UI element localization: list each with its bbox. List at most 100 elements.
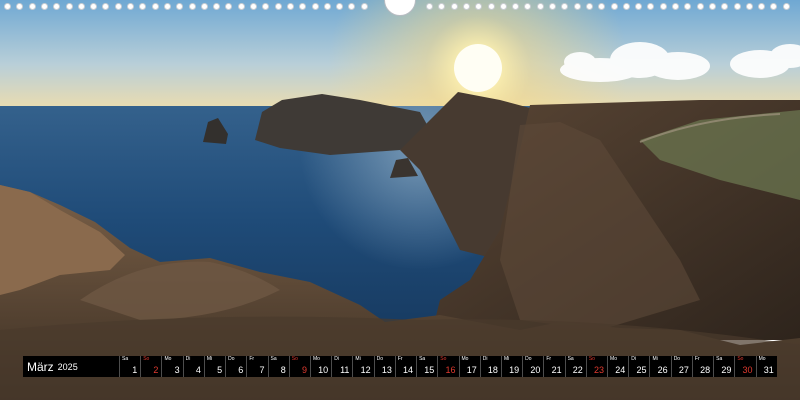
binding-hole-icon (536, 3, 544, 10)
binding-hole-icon (336, 3, 344, 10)
day-cell: Mi 26 (649, 356, 670, 377)
day-number: 17 (466, 365, 477, 375)
day-cell: Sa 22 (564, 356, 586, 377)
binding-hole-icon (684, 3, 692, 10)
day-weekday: Di (334, 356, 339, 362)
day-number: 16 (445, 365, 456, 375)
binding-hole-icon (114, 3, 122, 10)
binding-hole-icon (549, 3, 556, 10)
binding-hole-icon (426, 3, 433, 10)
binding-hole-icon (499, 3, 507, 10)
binding-hole-icon (512, 3, 520, 10)
day-number: 10 (318, 365, 329, 375)
month-name: März (27, 359, 54, 374)
binding-hole-icon (348, 3, 356, 10)
day-weekday: So (737, 356, 744, 362)
day-number: 18 (487, 365, 498, 375)
day-cell: Mi 19 (500, 356, 522, 377)
day-weekday: Fr (694, 356, 700, 362)
day-number: 1 (132, 365, 138, 375)
calendar-bar: März 2025 Sa 1 So 2 Mo 3 Di 4 Mi 5 Do 6 Fr 7 Sa 8 So 9 Mo 1… (23, 356, 777, 377)
binding-hole-icon (708, 3, 716, 10)
binding-hole-icon (250, 3, 257, 10)
binding-hole-icon (622, 3, 630, 10)
day-number: 20 (530, 365, 541, 375)
calendar-page: März 2025 Sa 1 So 2 Mo 3 Di 4 Mi 5 Do 6 Fr 7 Sa 8 So 9 Mo 1… (0, 0, 800, 400)
day-weekday: Sa (716, 356, 723, 362)
day-weekday: Do (228, 356, 235, 362)
day-number: 19 (509, 365, 520, 375)
binding-hole-icon (487, 3, 495, 10)
binding-hole-icon (647, 3, 655, 10)
day-number: 2 (153, 365, 159, 375)
day-cell: Mo 17 (458, 356, 480, 377)
day-number: 15 (424, 365, 435, 375)
day-weekday: So (143, 356, 150, 362)
day-cell: Fr 28 (691, 356, 713, 377)
day-cell: Di 18 (479, 356, 501, 377)
day-cell: Do 27 (670, 356, 692, 377)
day-cell: Di 11 (331, 356, 352, 377)
binding-hole-icon (40, 3, 48, 10)
day-weekday: Sa (270, 356, 277, 362)
binding-hole-icon (28, 3, 36, 10)
day-cell: Sa 29 (713, 356, 734, 377)
binding-hole-icon (200, 3, 208, 10)
binding-hole-icon (758, 3, 766, 10)
day-weekday: Fr (249, 356, 255, 362)
day-cell: Do 13 (373, 356, 395, 377)
binding-hole-icon (462, 3, 470, 10)
binding-hole-icon (585, 3, 593, 10)
day-weekday: Do (673, 356, 681, 362)
hanger-hole-icon (384, 0, 416, 16)
day-cell: Mi 12 (352, 356, 373, 377)
day-number: 24 (615, 365, 626, 375)
day-weekday: Do (525, 356, 532, 362)
day-cell: Di 4 (182, 356, 204, 377)
day-weekday: Mo (610, 356, 617, 362)
day-weekday: Do (376, 356, 384, 362)
spiral-binding (0, 0, 800, 16)
day-number: 13 (381, 365, 392, 375)
binding-hole-icon (176, 3, 184, 10)
day-cell: Mo 3 (161, 356, 182, 377)
binding-hole-icon (659, 3, 667, 10)
day-number: 23 (594, 365, 605, 375)
binding-hole-icon (733, 3, 741, 10)
day-cell: Mo 10 (309, 356, 331, 377)
day-cell: Fr 14 (394, 356, 416, 377)
day-cell: Fr 21 (543, 356, 564, 377)
day-weekday: Sa (567, 356, 574, 362)
day-number: 7 (259, 365, 265, 375)
binding-hole-icon (360, 3, 368, 10)
binding-hole-icon (225, 3, 233, 10)
binding-hole-icon (598, 3, 606, 10)
binding-hole-icon (450, 3, 458, 10)
binding-hole-icon (610, 3, 618, 10)
binding-hole-icon (745, 3, 753, 10)
binding-hole-icon (721, 3, 729, 10)
day-number: 12 (360, 365, 371, 375)
day-number: 25 (636, 365, 647, 375)
binding-hole-icon (139, 3, 147, 10)
binding-hole-icon (163, 3, 171, 10)
day-weekday: Mi (206, 356, 213, 362)
day-weekday: Mo (164, 356, 172, 362)
day-number: 8 (280, 365, 286, 375)
day-cell: Sa 8 (267, 356, 289, 377)
day-cell: So 16 (437, 356, 458, 377)
binding-hole-icon (782, 3, 790, 10)
binding-hole-icon (299, 3, 307, 10)
day-weekday: So (440, 356, 447, 362)
month-label: März 2025 (23, 356, 119, 377)
day-weekday: Sa (419, 356, 426, 362)
day-cell: So 23 (585, 356, 607, 377)
day-cell: So 2 (140, 356, 161, 377)
day-weekday: Mi (652, 356, 658, 362)
binding-hole-icon (770, 3, 778, 10)
binding-hole-icon (213, 3, 221, 10)
binding-hole-icon (696, 3, 704, 10)
day-number: 9 (301, 365, 307, 375)
day-weekday: Di (482, 356, 488, 362)
day-number: 6 (238, 365, 244, 375)
